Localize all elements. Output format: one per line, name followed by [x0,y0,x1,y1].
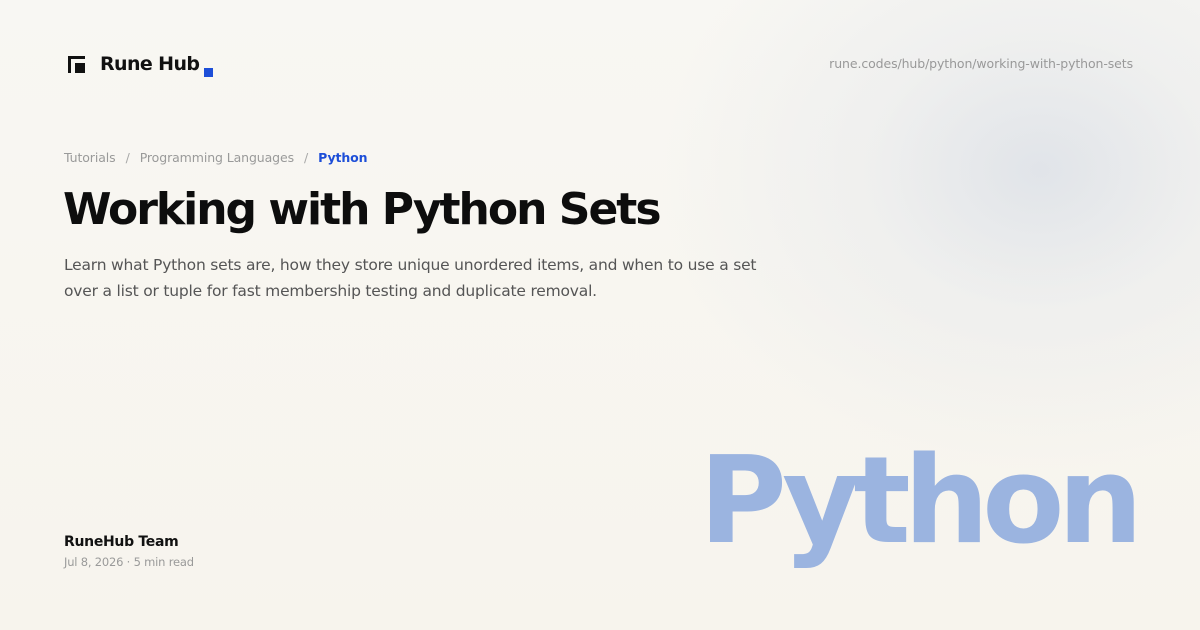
breadcrumb-current: Python [318,150,368,165]
author-block: RuneHub Team Jul 8, 2026 · 5 min read [64,533,194,569]
breadcrumb-separator: / [125,150,130,165]
author-name: RuneHub Team [64,534,179,550]
breadcrumb-separator: / [304,150,309,165]
corner-square-icon [68,55,85,73]
brand-logo[interactable]: Rune Hub [68,52,214,77]
article-description: Learn what Python sets are, how they sto… [64,256,757,300]
page-title: Working with Python Sets [63,184,662,235]
brand-name: Rune Hub [100,53,200,75]
brand-accent-dot [204,67,214,77]
topic-watermark: Python [698,432,1143,571]
publish-meta: Jul 8, 2026 · 5 min read [64,555,194,569]
breadcrumb-item-tutorials[interactable]: Tutorials [64,150,116,165]
page-url: rune.codes/hub/python/working-with-pytho… [829,56,1133,71]
breadcrumb: Tutorials / Programming Languages / Pyth… [64,150,368,165]
breadcrumb-item-programming-languages[interactable]: Programming Languages [140,150,294,165]
